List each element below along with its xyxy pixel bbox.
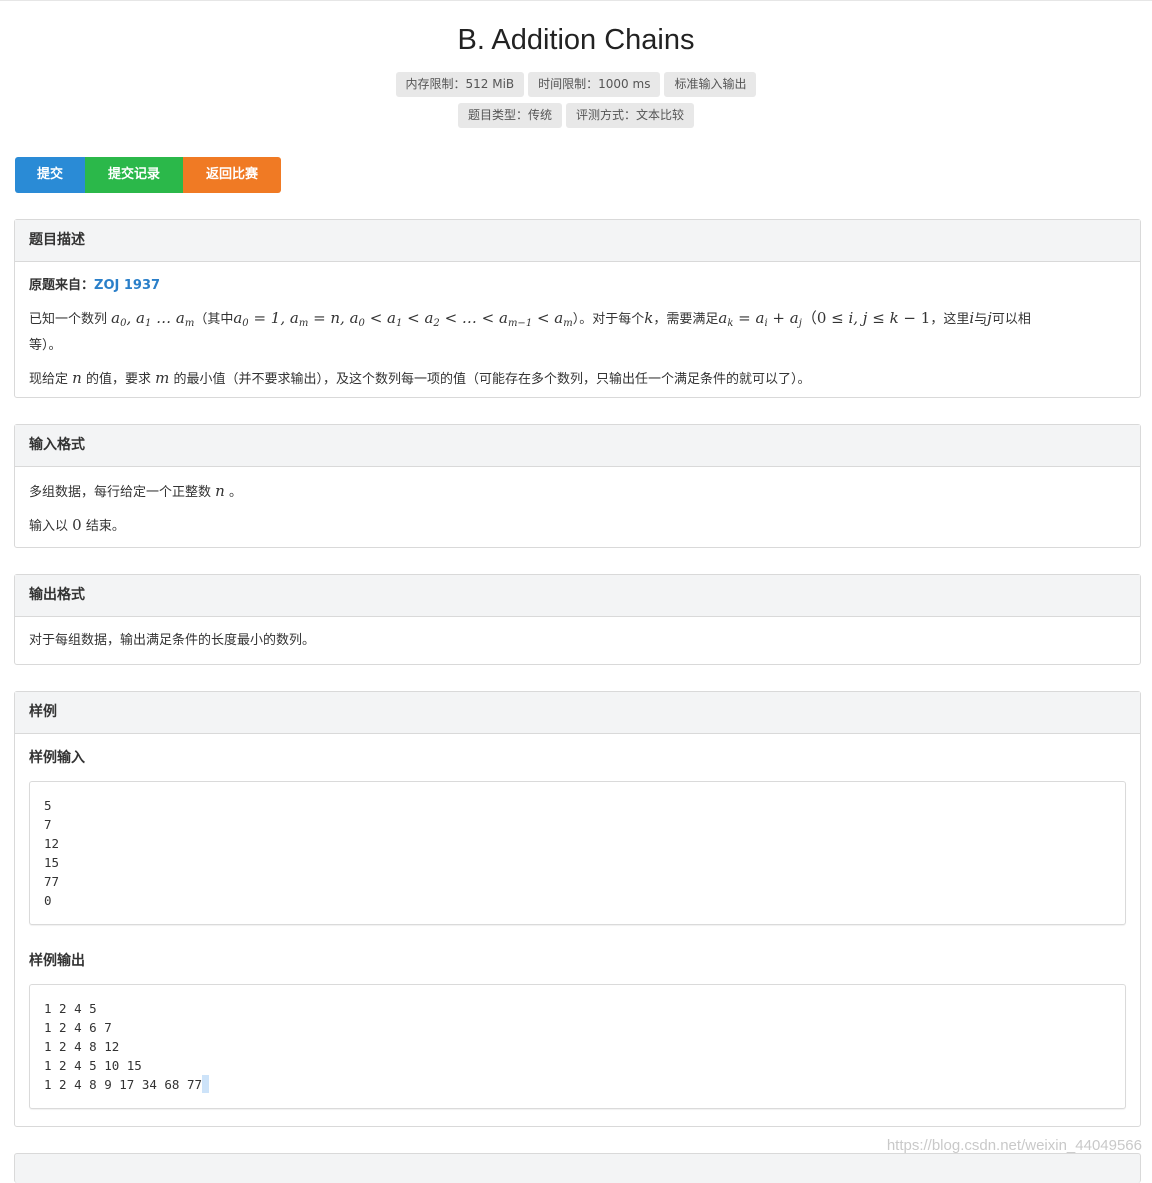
sample-output-box[interactable]: 1 2 4 5 1 2 4 6 7 1 2 4 8 12 1 2 4 5 10 … [29, 984, 1126, 1109]
description-heading: 题目描述 [15, 220, 1140, 262]
input-format-heading: 输入格式 [15, 425, 1140, 467]
sample-output-line: 1 2 4 6 7 [44, 1020, 112, 1035]
time-limit-tag: 时间限制：1000 ms [528, 72, 661, 97]
next-panel-edge [14, 1153, 1141, 1183]
sample-input-line: 15 [44, 855, 60, 870]
samples-panel: 样例 样例输入 5 7 12 15 77 0 样例输出 1 2 4 5 1 2 … [14, 691, 1141, 1127]
sample-input-line: 12 [44, 836, 60, 851]
description-paragraph-2: 现给定 n 的值，要求 m 的最小值（并不要求输出），及这个数列每一项的值（可能… [29, 369, 811, 387]
source-line: 原题来自：ZOJ 1937 [29, 262, 1126, 297]
input-format-panel: 输入格式 多组数据，每行给定一个正整数 n 。 输入以 0 结束。 [14, 424, 1141, 548]
constraint-formula: a0 = 1, am = n, a0 < a1 < a2 < … < am−1 … [233, 309, 573, 329]
output-format-heading: 输出格式 [15, 575, 1140, 617]
output-format-line-1: 对于每组数据，输出满足条件的长度最小的数列。 [29, 633, 316, 648]
back-to-contest-button[interactable]: 返回比赛 [183, 157, 281, 193]
watermark-text: https://blog.csdn.net/weixin_44049566 [886, 1137, 1142, 1154]
limits-tags: 内存限制：512 MiB 时间限制：1000 ms 标准输入输出 [0, 72, 1152, 97]
sample-input-line: 77 [44, 874, 60, 889]
sample-output-line: 1 2 4 5 [44, 1001, 97, 1016]
source-label: 原题来自： [29, 278, 95, 293]
judge-method-tag: 评测方式：文本比较 [566, 103, 695, 128]
sequence-formula: a0, a1 … am [111, 309, 195, 329]
input-format-line-1: 多组数据，每行给定一个正整数 n 。 [29, 482, 242, 500]
problem-title: B. Addition Chains [457, 24, 695, 56]
output-format-panel: 输出格式 对于每组数据，输出满足条件的长度最小的数列。 [14, 574, 1141, 665]
text-selection-caret [202, 1075, 210, 1093]
sample-input-line: 7 [44, 817, 52, 832]
action-buttons: 提交 提交记录 返回比赛 [15, 157, 281, 193]
problem-type-tag: 题目类型：传统 [457, 103, 562, 128]
description-panel: 题目描述 原题来自：ZOJ 1937 已知一个数列 a0, a1 … am（其中… [14, 219, 1141, 398]
type-tags: 题目类型：传统 评测方式：文本比较 [0, 103, 1152, 128]
sample-input-box[interactable]: 5 7 12 15 77 0 [29, 781, 1126, 925]
sample-output-label: 样例输出 [29, 953, 85, 969]
input-format-line-2: 输入以 0 结束。 [29, 516, 125, 534]
submission-records-button[interactable]: 提交记录 [85, 157, 183, 193]
top-divider [0, 0, 1152, 1]
sample-output-line: 1 2 4 8 9 17 34 68 77 [44, 1077, 203, 1092]
source-link[interactable]: ZOJ 1937 [94, 278, 160, 293]
sample-input-line: 0 [44, 893, 52, 908]
io-tag: 标准输入输出 [664, 72, 757, 97]
submit-button[interactable]: 提交 [15, 157, 85, 193]
memory-limit-tag: 内存限制：512 MiB [395, 72, 525, 97]
sample-input-label: 样例输入 [29, 750, 85, 766]
sample-input-line: 5 [44, 798, 52, 813]
samples-heading: 样例 [15, 692, 1140, 734]
sample-output-line: 1 2 4 5 10 15 [44, 1058, 142, 1073]
sample-output-line: 1 2 4 8 12 [44, 1039, 120, 1054]
description-paragraph-1: 已知一个数列 a0, a1 … am（其中a0 = 1, am = n, a0 … [29, 309, 1031, 353]
sum-formula: ak = ai + aj [718, 309, 802, 329]
